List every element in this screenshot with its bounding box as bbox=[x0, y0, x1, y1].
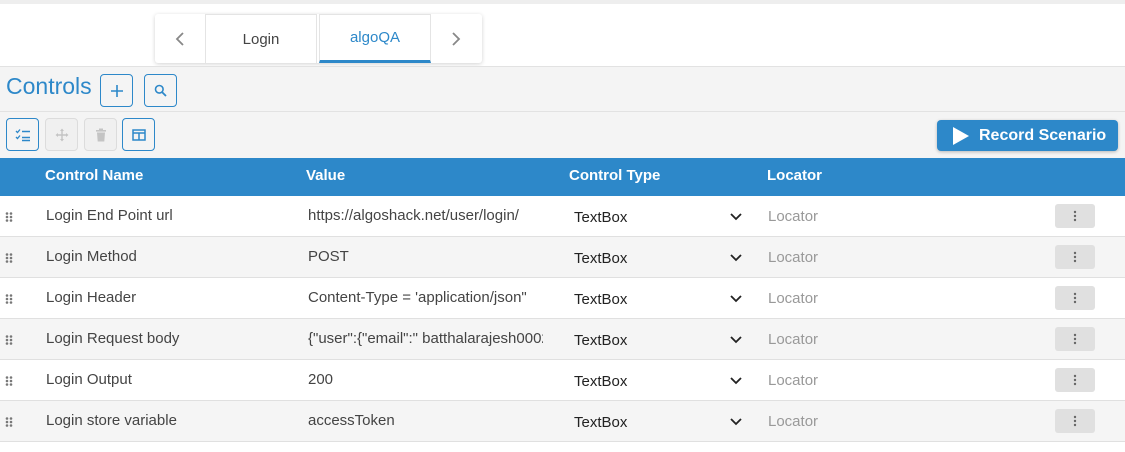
control-value[interactable]: Content-Type = 'application/json" bbox=[308, 289, 543, 306]
row-menu-button[interactable] bbox=[1055, 286, 1095, 310]
drag-handle-icon[interactable] bbox=[5, 335, 13, 345]
control-type-select[interactable]: TextBox bbox=[566, 243, 748, 273]
column-view-button[interactable] bbox=[122, 118, 155, 151]
chevron-right-icon bbox=[452, 31, 461, 46]
column-header-locator: Locator bbox=[767, 167, 823, 184]
more-vertical-icon bbox=[1073, 374, 1077, 386]
checklist-icon bbox=[15, 128, 30, 141]
row-menu-button[interactable] bbox=[1055, 368, 1095, 392]
control-type-select[interactable]: TextBox bbox=[566, 202, 748, 232]
tab-scroll-left-button[interactable] bbox=[155, 14, 205, 63]
tab-scroll-right-button[interactable] bbox=[431, 14, 481, 63]
locator-input[interactable] bbox=[760, 407, 1000, 435]
table-row: Login Header Content-Type = 'application… bbox=[0, 278, 1125, 319]
control-name: Login Request body bbox=[46, 330, 180, 347]
control-type-value: TextBox bbox=[574, 208, 628, 226]
control-name: Login End Point url bbox=[46, 207, 173, 224]
search-button[interactable] bbox=[144, 74, 177, 107]
select-items-button[interactable] bbox=[6, 118, 39, 151]
control-value[interactable]: 200 bbox=[308, 371, 543, 388]
record-scenario-label: Record Scenario bbox=[979, 126, 1107, 144]
chevron-down-icon bbox=[730, 377, 742, 385]
plus-icon bbox=[110, 84, 123, 97]
control-type-select[interactable]: TextBox bbox=[566, 366, 748, 396]
row-menu-button[interactable] bbox=[1055, 409, 1095, 433]
control-value[interactable]: accessToken bbox=[308, 412, 543, 429]
locator-input[interactable] bbox=[760, 366, 1000, 394]
tab-algoqa[interactable]: algoQA bbox=[319, 14, 431, 63]
drag-handle-icon[interactable] bbox=[5, 376, 13, 386]
controls-header: Controls bbox=[0, 66, 1125, 112]
control-name: Login Header bbox=[46, 289, 137, 306]
row-menu-button[interactable] bbox=[1055, 245, 1095, 269]
table-row: Login store variable accessToken TextBox bbox=[0, 401, 1125, 442]
add-control-button[interactable] bbox=[100, 74, 133, 107]
control-name: Login Output bbox=[46, 371, 132, 388]
drag-handle-icon[interactable] bbox=[5, 294, 13, 304]
columns-icon bbox=[131, 128, 146, 141]
control-type-select[interactable]: TextBox bbox=[566, 284, 748, 314]
move-button[interactable] bbox=[45, 118, 78, 151]
move-icon bbox=[55, 128, 68, 141]
control-type-value: TextBox bbox=[574, 413, 628, 431]
record-scenario-button[interactable]: Record Scenario bbox=[937, 120, 1118, 151]
more-vertical-icon bbox=[1073, 210, 1077, 222]
table-row: Login Method POST TextBox bbox=[0, 237, 1125, 278]
more-vertical-icon bbox=[1073, 292, 1077, 304]
control-type-select[interactable]: TextBox bbox=[566, 325, 748, 355]
search-icon bbox=[154, 84, 167, 97]
tab-strip: Login algoQA bbox=[155, 14, 482, 63]
drag-handle-icon[interactable] bbox=[5, 212, 13, 222]
tab-login[interactable]: Login bbox=[205, 14, 317, 63]
control-type-value: TextBox bbox=[574, 372, 628, 390]
trash-icon bbox=[95, 128, 106, 141]
chevron-down-icon bbox=[730, 254, 742, 262]
drag-handle-icon[interactable] bbox=[5, 253, 13, 263]
drag-handle-icon[interactable] bbox=[5, 417, 13, 427]
more-vertical-icon bbox=[1073, 251, 1077, 263]
control-name: Login store variable bbox=[46, 412, 177, 429]
control-value[interactable]: https://algoshack.net/user/login/ bbox=[308, 207, 543, 224]
table-row: Login Output 200 TextBox bbox=[0, 360, 1125, 401]
chevron-down-icon bbox=[730, 418, 742, 426]
table-row: Login Request body {"user":{"email":" ba… bbox=[0, 319, 1125, 360]
table-row: Login End Point url https://algoshack.ne… bbox=[0, 196, 1125, 237]
column-header-value: Value bbox=[306, 167, 346, 184]
play-icon bbox=[953, 126, 969, 145]
row-menu-button[interactable] bbox=[1055, 204, 1095, 228]
delete-button[interactable] bbox=[84, 118, 117, 151]
control-value[interactable]: POST bbox=[308, 248, 543, 265]
table-header: Control Name Value Control Type Locator bbox=[0, 158, 1125, 196]
row-menu-button[interactable] bbox=[1055, 327, 1095, 351]
control-type-select[interactable]: TextBox bbox=[566, 407, 748, 437]
page-title: Controls bbox=[6, 73, 92, 99]
column-header-control-type: Control Type bbox=[569, 167, 661, 184]
chevron-down-icon bbox=[730, 336, 742, 344]
locator-input[interactable] bbox=[760, 202, 1000, 230]
locator-input[interactable] bbox=[760, 325, 1000, 353]
more-vertical-icon bbox=[1073, 333, 1077, 345]
locator-input[interactable] bbox=[760, 284, 1000, 312]
control-type-value: TextBox bbox=[574, 290, 628, 308]
chevron-left-icon bbox=[175, 31, 184, 46]
top-border bbox=[0, 0, 1125, 4]
control-type-value: TextBox bbox=[574, 331, 628, 349]
control-type-value: TextBox bbox=[574, 249, 628, 267]
chevron-down-icon bbox=[730, 213, 742, 221]
column-header-control-name: Control Name bbox=[45, 167, 144, 184]
chevron-down-icon bbox=[730, 295, 742, 303]
locator-input[interactable] bbox=[760, 243, 1000, 271]
control-value[interactable]: {"user":{"email":" batthalarajesh0002 bbox=[308, 330, 543, 347]
more-vertical-icon bbox=[1073, 415, 1077, 427]
control-name: Login Method bbox=[46, 248, 137, 265]
